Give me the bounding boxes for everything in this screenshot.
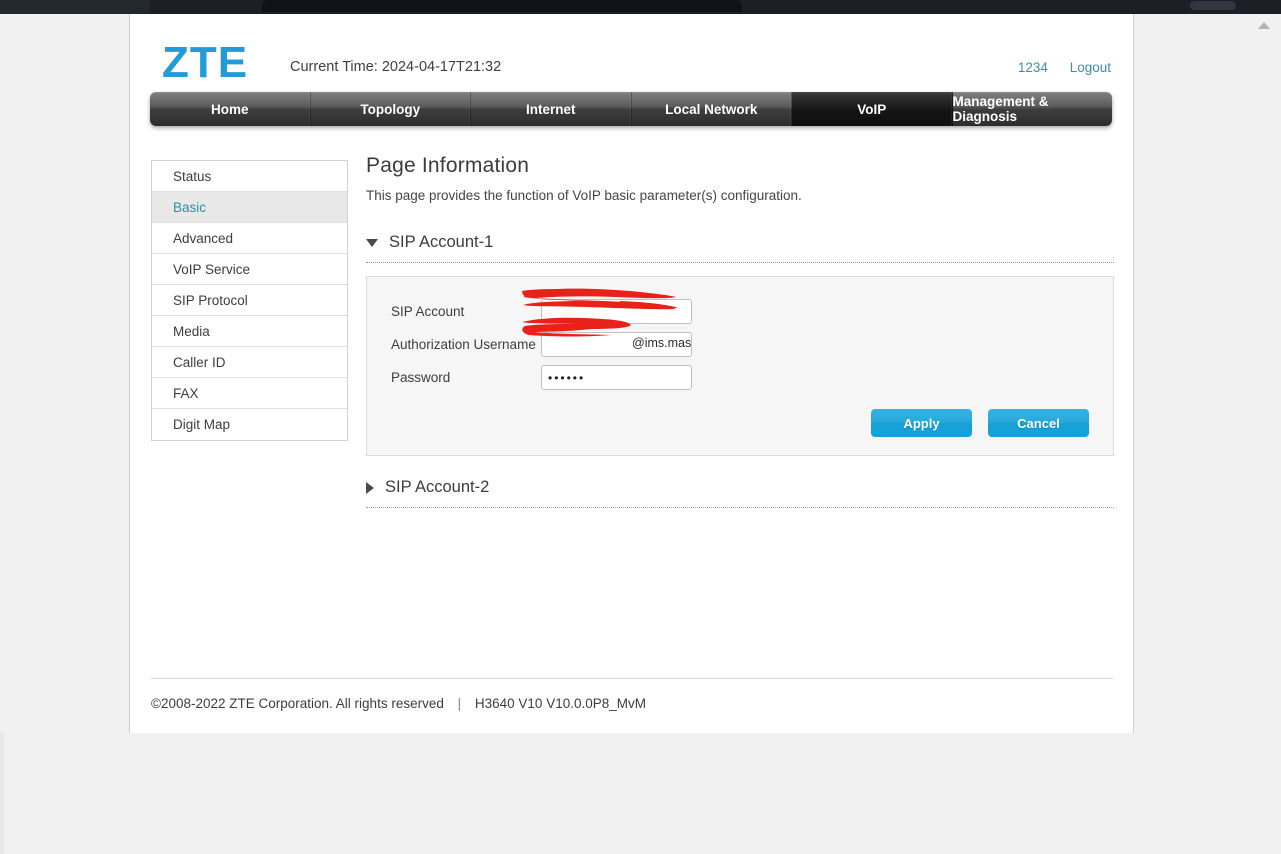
triangle-down-icon xyxy=(366,238,378,247)
apply-button[interactable]: Apply xyxy=(871,409,972,437)
sip-account-label: SIP Account xyxy=(391,304,465,319)
authorization-username-value: @ims.mas xyxy=(632,336,692,350)
nav-item-topology[interactable]: Topology xyxy=(311,92,471,126)
sidebar-item-status[interactable]: Status xyxy=(152,161,347,192)
sidebar-item-media[interactable]: Media xyxy=(152,316,347,347)
sidebar-item-voip-service[interactable]: VoIP Service xyxy=(152,254,347,285)
voip-sidebar: Status Basic Advanced VoIP Service SIP P… xyxy=(151,160,348,441)
nav-item-internet[interactable]: Internet xyxy=(471,92,632,126)
section-header-sip-account-1[interactable]: SIP Account-1 xyxy=(366,233,1114,263)
page-description: This page provides the function of VoIP … xyxy=(366,188,802,203)
router-web-page: ZTE Current Time: 2024-04-17T21:32 1234 … xyxy=(130,14,1133,733)
form-row-authorization-username: Authorization Username @ims.mas xyxy=(391,332,1089,357)
screen: ZTE Current Time: 2024-04-17T21:32 1234 … xyxy=(0,0,1281,854)
footer-separator: | xyxy=(457,696,462,711)
footer-copyright: ©2008-2022 ZTE Corporation. All rights r… xyxy=(151,696,444,711)
desktop-right-gutter xyxy=(1133,14,1281,733)
cancel-button[interactable]: Cancel xyxy=(988,409,1089,437)
scroll-up-arrow-icon[interactable] xyxy=(1258,22,1270,29)
authorization-username-label: Authorization Username xyxy=(391,337,536,352)
browser-chrome-left xyxy=(0,0,150,14)
form-row-sip-account: SIP Account xyxy=(391,299,1089,324)
sip-account-input[interactable] xyxy=(541,299,692,324)
nav-item-local-network[interactable]: Local Network xyxy=(632,92,792,126)
form-buttons: Apply Cancel xyxy=(871,409,1089,437)
footer-model: H3640 V10 V10.0.0P8_MvM xyxy=(474,696,646,711)
nav-item-management-diagnosis[interactable]: Management & Diagnosis xyxy=(953,92,1113,126)
browser-tab-strip[interactable] xyxy=(262,0,742,12)
sidebar-item-sip-protocol[interactable]: SIP Protocol xyxy=(152,285,347,316)
password-input[interactable]: •••••• xyxy=(541,365,692,390)
logout-link[interactable]: Logout xyxy=(1070,60,1111,75)
sidebar-item-basic[interactable]: Basic xyxy=(152,192,347,223)
password-masked-value: •••••• xyxy=(548,370,586,385)
browser-window-control[interactable] xyxy=(1190,1,1236,10)
page-body: Status Basic Advanced VoIP Service SIP P… xyxy=(130,132,1133,677)
password-label: Password xyxy=(391,370,451,385)
browser-chrome xyxy=(0,0,1281,14)
sidebar-item-advanced[interactable]: Advanced xyxy=(152,223,347,254)
nav-item-voip[interactable]: VoIP xyxy=(792,92,953,126)
page-footer: ©2008-2022 ZTE Corporation. All rights r… xyxy=(151,678,1113,711)
account-link[interactable]: 1234 xyxy=(1018,60,1048,75)
header-links: 1234 Logout xyxy=(1000,60,1111,75)
zte-logo: ZTE xyxy=(162,38,249,87)
sip-account-1-panel: SIP Account Authorization Username @ims.… xyxy=(366,276,1114,456)
main-content: Page Information This page provides the … xyxy=(366,154,1114,508)
section-label-sip-account-2: SIP Account-2 xyxy=(385,478,490,496)
section-header-sip-account-2[interactable]: SIP Account-2 xyxy=(366,478,1114,508)
desktop-left-gutter xyxy=(0,14,130,733)
form-row-password: Password •••••• xyxy=(391,365,1089,390)
current-time-label: Current Time: 2024-04-17T21:32 xyxy=(290,59,502,75)
section-label-sip-account-1: SIP Account-1 xyxy=(389,233,494,251)
triangle-right-icon xyxy=(366,481,374,494)
authorization-username-input[interactable]: @ims.mas xyxy=(541,332,692,357)
sidebar-item-digit-map[interactable]: Digit Map xyxy=(152,409,347,440)
sidebar-item-fax[interactable]: FAX xyxy=(152,378,347,409)
sidebar-item-caller-id[interactable]: Caller ID xyxy=(152,347,347,378)
main-navigation: Home Topology Internet Local Network VoI… xyxy=(150,92,1112,126)
nav-item-home[interactable]: Home xyxy=(150,92,311,126)
page-header: ZTE Current Time: 2024-04-17T21:32 1234 … xyxy=(130,14,1133,92)
page-title: Page Information xyxy=(366,154,530,177)
